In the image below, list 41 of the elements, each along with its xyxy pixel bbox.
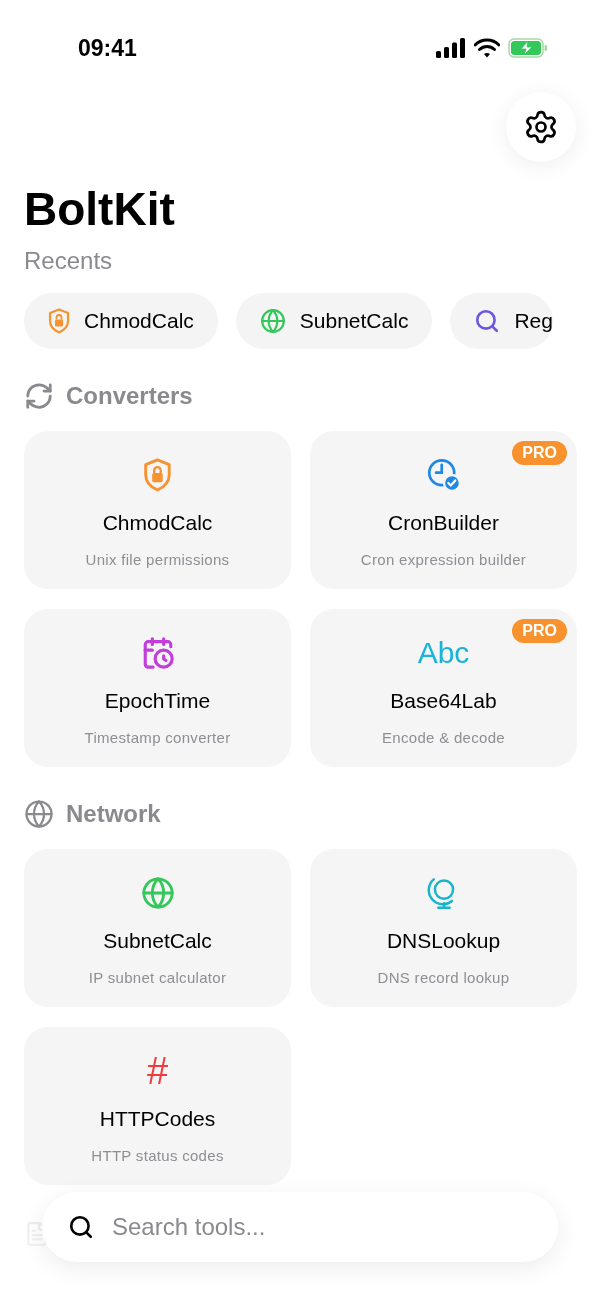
tool-card[interactable]: PRO Abc Base64Lab Encode & decode [310,609,577,768]
tool-card[interactable]: EpochTime Timestamp converter [24,609,291,768]
pro-badge: PRO [512,619,567,644]
search-field[interactable]: Search tools... [110,1212,532,1242]
section-heading: Converters [66,382,193,411]
tool-description: IP subnet calculator [88,969,227,987]
refresh-icon [24,381,54,412]
tool-card[interactable]: ChmodCalc Unix file permissions [24,431,291,590]
status-time: 09:41 [78,34,137,62]
tool-card[interactable]: PRO CronBuilder Cron expression builder [310,431,577,590]
icon-glyph: Abc [417,635,470,672]
tool-description: HTTP status codes [91,1147,224,1165]
tool-name: EpochTime [104,689,211,714]
search-icon [68,1214,94,1240]
tool-description: Cron expression builder [360,551,527,569]
tool-card[interactable]: DNSLookup DNS record lookup [310,849,577,1008]
tool-description: Timestamp converter [84,729,231,747]
recent-chip[interactable]: Reg [450,293,553,350]
tool-card[interactable]: SubnetCalc IP subnet calculator [24,849,291,1008]
globe-icon [24,799,54,830]
settings-icon [523,109,559,145]
app-title: BoltKit [24,184,176,235]
wifi-icon [474,38,500,58]
tool-name: CronBuilder [388,511,499,536]
icon-glyph: # [146,1053,169,1090]
signal-icon [436,38,466,58]
tool-name: Base64Lab [390,689,497,714]
tool-description: Encode & decode [382,729,505,747]
tool-description: Unix file permissions [85,551,230,569]
tool-name: SubnetCalc [103,929,212,954]
section-heading: Network [66,800,161,829]
tool-description: DNS record lookup [377,969,510,987]
recents-heading: Recents [24,246,114,276]
pro-badge: PRO [512,441,567,466]
recent-chip[interactable]: ChmodCalc [24,293,218,350]
tool-name: ChmodCalc [102,511,213,536]
tool-name: HTTPCodes [99,1107,216,1132]
recent-chip[interactable]: SubnetCalc [235,293,433,350]
battery-icon [508,38,548,58]
tool-name: DNSLookup [386,929,501,954]
tool-card[interactable]: # HTTPCodes HTTP status codes [24,1027,291,1186]
